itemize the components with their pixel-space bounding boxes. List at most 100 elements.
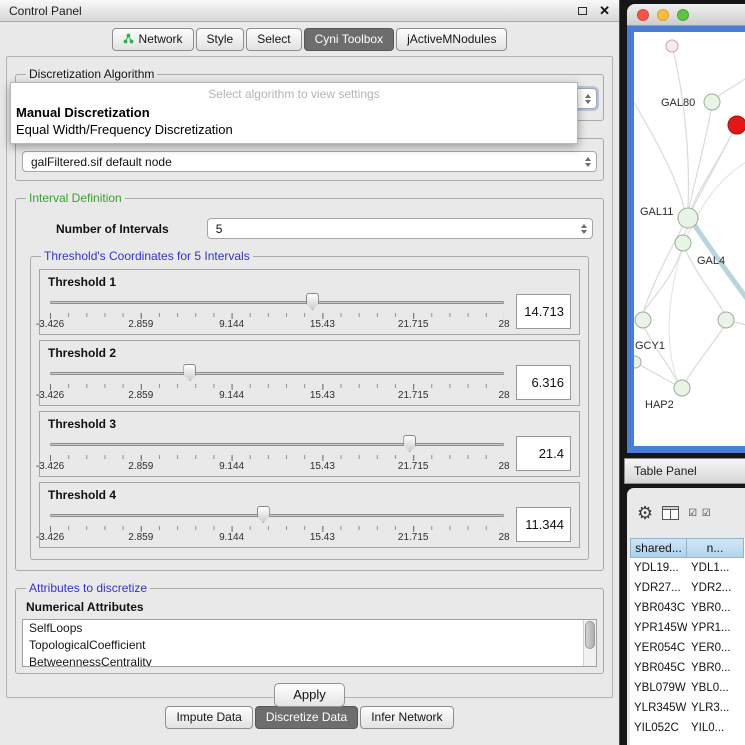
network-node[interactable] bbox=[634, 356, 641, 368]
threshold-2-label: Threshold 2 bbox=[48, 346, 571, 360]
column-header-name[interactable]: n... bbox=[687, 538, 744, 558]
close-traffic-light-icon[interactable] bbox=[637, 9, 649, 21]
table-settings-gear-icon[interactable]: ⚙ bbox=[637, 504, 653, 522]
table-row[interactable]: YER054CYER0... bbox=[630, 638, 745, 658]
table-row[interactable]: YDL19...YDL1... bbox=[630, 558, 745, 578]
combo-stepper-icon bbox=[581, 224, 587, 234]
table-panel-title: Table Panel bbox=[634, 464, 697, 478]
network-node[interactable] bbox=[718, 312, 734, 328]
node-label-gal80: GAL80 bbox=[661, 97, 695, 109]
close-window-icon[interactable]: ✕ bbox=[599, 4, 610, 17]
network-node-hap2[interactable] bbox=[674, 380, 690, 396]
table-row[interactable]: YPR145WYPR1... bbox=[630, 618, 745, 638]
tab-infer-network[interactable]: Infer Network bbox=[360, 706, 453, 729]
tab-discretize-data[interactable]: Discretize Data bbox=[255, 706, 358, 729]
table-row[interactable]: YBL079WYBL0... bbox=[630, 678, 745, 698]
threshold-4-label: Threshold 4 bbox=[48, 488, 571, 502]
network-node-gal4[interactable] bbox=[675, 235, 691, 251]
thresholds-group: Threshold's Coordinates for 5 Intervals … bbox=[30, 249, 589, 560]
apply-row: Apply bbox=[7, 683, 612, 707]
float-window-icon[interactable] bbox=[578, 7, 587, 15]
apply-button[interactable]: Apply bbox=[274, 683, 345, 707]
interval-definition-group: Interval Definition Number of Intervals … bbox=[15, 191, 604, 571]
list-item-selfloops[interactable]: SelfLoops bbox=[23, 620, 596, 637]
column-header-shared-name[interactable]: shared... bbox=[630, 538, 687, 558]
threshold-3-box: Threshold 3 -3.426 2.859 9.144 15.43 bbox=[39, 411, 580, 477]
tab-cyni-toolbox[interactable]: Cyni Toolbox bbox=[304, 28, 394, 51]
table-data-combo[interactable]: galFiltered.sif default node bbox=[22, 151, 597, 172]
threshold-3-slider[interactable]: -3.426 2.859 9.144 15.43 21.715 28 bbox=[48, 432, 506, 474]
control-panel-titlebar: Control Panel ✕ bbox=[0, 0, 619, 22]
table-data-combo-value: galFiltered.sif default node bbox=[31, 155, 579, 169]
threshold-4-slider[interactable]: -3.426 2.859 9.144 15.43 21.715 28 bbox=[48, 503, 506, 545]
network-window-titlebar bbox=[627, 4, 745, 26]
list-item-betweennesscentrality[interactable]: BetweennessCentrality bbox=[23, 654, 596, 667]
threshold-2-value-field[interactable]: 6.316 bbox=[516, 365, 571, 400]
slider-thumb[interactable] bbox=[257, 506, 270, 523]
list-scrollbar[interactable] bbox=[583, 620, 596, 666]
network-node[interactable] bbox=[666, 40, 678, 52]
algorithm-option-equal-width-frequency[interactable]: Equal Width/Frequency Discretization bbox=[11, 121, 577, 138]
network-graph: GAL80 GAL11 GAL4 GCY1 HAP2 bbox=[634, 32, 745, 446]
list-item-topologicalcoefficient[interactable]: TopologicalCoefficient bbox=[23, 637, 596, 654]
network-canvas[interactable]: GAL80 GAL11 GAL4 GCY1 HAP2 bbox=[634, 32, 745, 446]
threshold-4-value-field[interactable]: 11.344 bbox=[516, 507, 571, 542]
numerical-attributes-list[interactable]: SelfLoops TopologicalCoefficient Between… bbox=[22, 619, 597, 667]
select-columns-checkboxes-icon[interactable]: ☑ ☑ bbox=[688, 508, 712, 519]
tab-label: Style bbox=[207, 32, 234, 46]
table-row[interactable]: YLR345WYLR3... bbox=[630, 698, 745, 718]
minimize-traffic-light-icon[interactable] bbox=[657, 9, 669, 21]
slider-thumb[interactable] bbox=[403, 435, 416, 452]
tab-select[interactable]: Select bbox=[246, 28, 301, 51]
threshold-1-slider[interactable]: -3.426 2.859 9.144 15.43 21.715 28 bbox=[48, 290, 506, 332]
threshold-2-slider[interactable]: -3.426 2.859 9.144 15.43 21.715 28 bbox=[48, 361, 506, 403]
list-scrollbar-thumb[interactable] bbox=[585, 621, 595, 649]
slider-track bbox=[50, 301, 504, 304]
tab-label: jActiveMNodules bbox=[407, 32, 496, 46]
zoom-traffic-light-icon[interactable] bbox=[677, 9, 689, 21]
threshold-1-value-field[interactable]: 14.713 bbox=[516, 294, 571, 329]
discretization-algorithm-group-title: Discretization Algorithm bbox=[26, 67, 157, 81]
slider-track bbox=[50, 372, 504, 375]
interval-definition-group-title: Interval Definition bbox=[26, 191, 125, 205]
table-toolbar: ⚙ ☑ ☑ bbox=[627, 488, 745, 536]
algorithm-option-manual-discretization[interactable]: Manual Discretization bbox=[11, 104, 577, 121]
number-of-intervals-row: Number of Intervals 5 bbox=[56, 218, 593, 239]
slider-thumb[interactable] bbox=[306, 293, 319, 310]
node-label-gcy1: GCY1 bbox=[635, 340, 665, 352]
network-view-frame: GAL80 GAL11 GAL4 GCY1 HAP2 bbox=[627, 26, 745, 453]
tab-network[interactable]: Network bbox=[112, 28, 194, 51]
show-columns-icon[interactable] bbox=[662, 506, 679, 520]
node-label-gal11: GAL11 bbox=[640, 206, 673, 218]
attributes-to-discretize-group: Attributes to discretize Numerical Attri… bbox=[15, 581, 604, 674]
cyni-toolbox-panel: Discretization Algorithm Select algorith… bbox=[6, 56, 613, 698]
table-panel-window: ⚙ ☑ ☑ shared... n... YDL19...YDL1... YDR… bbox=[627, 488, 745, 745]
tab-label: Network bbox=[139, 32, 183, 46]
table-row[interactable]: YBR045CYBR0... bbox=[630, 658, 745, 678]
network-node-gal11[interactable] bbox=[678, 208, 698, 228]
threshold-2-box: Threshold 2 -3.426 2.859 9.144 15.43 bbox=[39, 340, 580, 406]
network-node-gcy1[interactable] bbox=[635, 312, 651, 328]
tab-label: Discretize Data bbox=[266, 710, 347, 724]
table-row[interactable]: YDR27...YDR2... bbox=[630, 578, 745, 598]
window-title: Control Panel bbox=[9, 4, 82, 18]
threshold-1-box: Threshold 1 -3.426 2.859 9.144 15.43 bbox=[39, 269, 580, 335]
table-panel-titlebar: Table Panel bbox=[624, 458, 745, 484]
number-of-intervals-value: 5 bbox=[216, 222, 575, 236]
tab-style[interactable]: Style bbox=[196, 28, 245, 51]
tab-impute-data[interactable]: Impute Data bbox=[165, 706, 252, 729]
thresholds-group-title: Threshold's Coordinates for 5 Intervals bbox=[41, 249, 253, 263]
table-header-row: shared... n... bbox=[630, 538, 745, 558]
number-of-intervals-combo[interactable]: 5 bbox=[207, 218, 593, 239]
number-of-intervals-label: Number of Intervals bbox=[56, 222, 169, 236]
threshold-3-value-field[interactable]: 21.4 bbox=[516, 436, 571, 471]
top-tab-bar: Network Style Select Cyni Toolbox jActiv… bbox=[0, 22, 619, 56]
table-row[interactable]: YBR043CYBR0... bbox=[630, 598, 745, 618]
table-row[interactable]: YIL052CYIL0... bbox=[630, 718, 745, 738]
tab-label: Impute Data bbox=[176, 710, 241, 724]
tab-jactivemnodules[interactable]: jActiveMNodules bbox=[396, 28, 507, 51]
network-node-gal80[interactable] bbox=[704, 94, 720, 110]
threshold-1-label: Threshold 1 bbox=[48, 275, 571, 289]
network-node-selected-red[interactable] bbox=[728, 116, 745, 134]
slider-thumb[interactable] bbox=[183, 364, 196, 381]
